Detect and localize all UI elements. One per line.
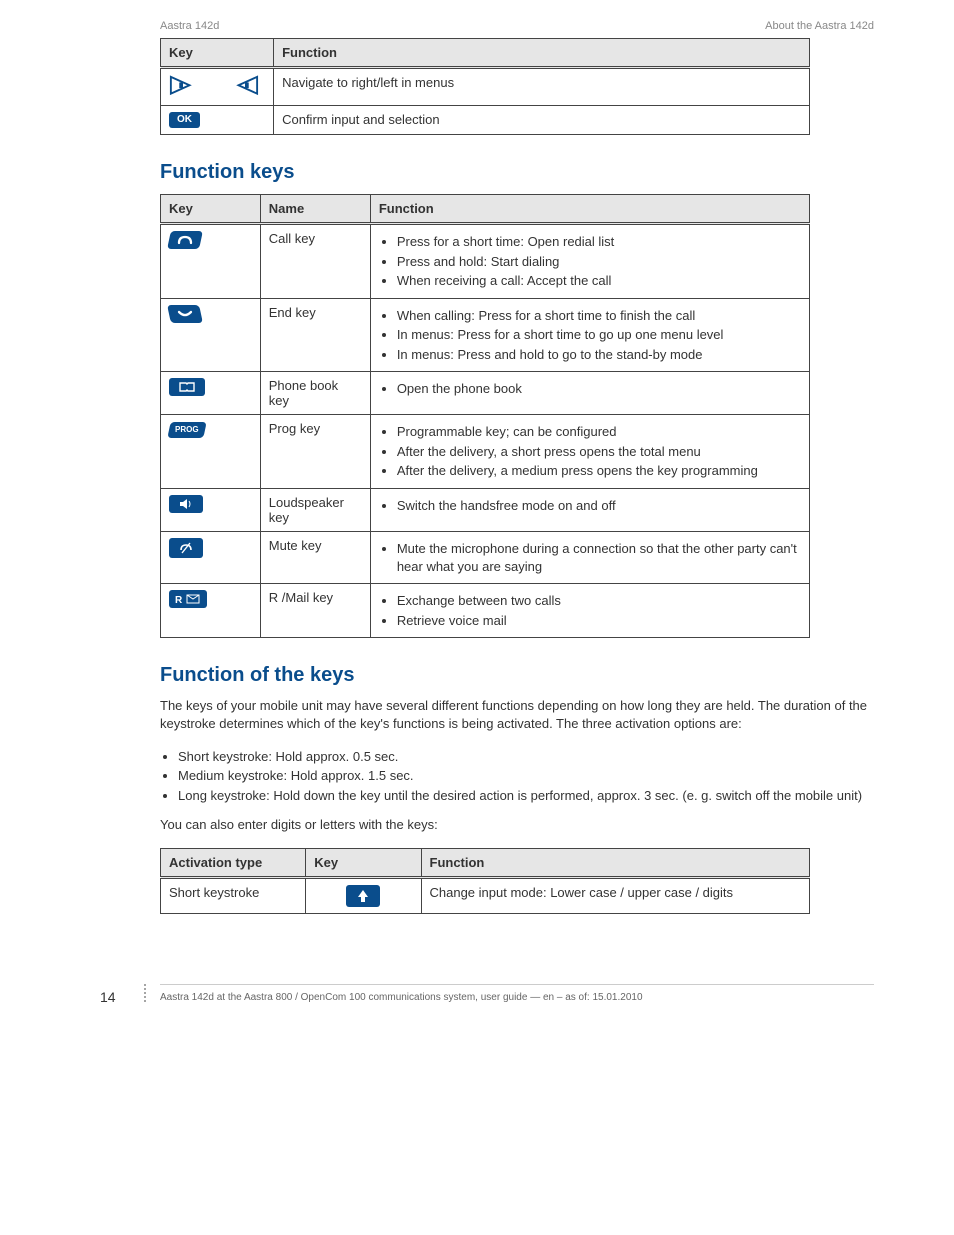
cell-function: When calling: Press for a short time to … <box>370 298 809 372</box>
prog-icon: PROG <box>167 422 206 438</box>
section-title-key-functions: Function of the keys <box>160 664 874 687</box>
list-item: Press and hold: Start dialing <box>397 253 801 271</box>
page-header: Aastra 142d About the Aastra 142d <box>160 20 874 32</box>
cell-function: Switch the handsfree mode on and off <box>370 489 809 532</box>
th-key: Key <box>306 849 421 878</box>
list-item: After the delivery, a medium press opens… <box>397 462 801 480</box>
th-name: Name <box>260 195 370 224</box>
list-item: In menus: Press and hold to go to the st… <box>397 346 801 364</box>
list-item: In menus: Press for a short time to go u… <box>397 326 801 344</box>
cell-nav-func: Navigate to right/left in menus <box>274 68 810 106</box>
th-function: Function <box>274 39 810 68</box>
cell-name: End key <box>260 298 370 372</box>
cell-name: Loudspeaker key <box>260 489 370 532</box>
th-activation: Activation type <box>161 849 306 878</box>
svg-text:R: R <box>175 595 183 604</box>
footer-text: Aastra 142d at the Aastra 800 / OpenCom … <box>160 991 643 1004</box>
loudspeaker-icon <box>169 495 203 513</box>
list-item: When calling: Press for a short time to … <box>397 307 801 325</box>
mute-icon <box>169 538 203 558</box>
cell-key: PROG <box>161 415 261 489</box>
list-item: Programmable key; can be configured <box>397 423 801 441</box>
cell-activation: Short keystroke <box>161 878 306 914</box>
th-key: Key <box>161 195 261 224</box>
list-item: Open the phone book <box>397 380 801 398</box>
cell-name: Mute key <box>260 532 370 584</box>
cell-function: Mute the microphone during a connection … <box>370 532 809 584</box>
call-icon <box>167 231 203 249</box>
list-item: Switch the handsfree mode on and off <box>397 497 801 515</box>
keystroke-note: You can also enter digits or letters wit… <box>160 816 874 834</box>
cell-ok-func: Confirm input and selection <box>274 105 810 135</box>
cell-name: Prog key <box>260 415 370 489</box>
section-title-function-keys: Function keys <box>160 161 874 184</box>
keystroke-intro: The keys of your mobile unit may have se… <box>160 697 874 733</box>
phonebook-icon <box>169 378 205 396</box>
list-item: Long keystroke: Hold down the key until … <box>178 787 874 805</box>
list-item: After the delivery, a short press opens … <box>397 443 801 461</box>
cell-name: R /Mail key <box>260 584 370 638</box>
arrow-left-icon <box>231 75 259 97</box>
keystroke-options-list: Short keystroke: Hold approx. 0.5 sec.Me… <box>160 748 874 805</box>
header-chapter: About the Aastra 142d <box>765 20 874 32</box>
nav-keys-table: Key Function Navigate to right/left in m… <box>160 38 810 135</box>
list-item: Retrieve voice mail <box>397 612 801 630</box>
cell-key <box>161 489 261 532</box>
th-key: Key <box>161 39 274 68</box>
cell-function: Exchange between two calls Retrieve voice… <box>370 584 809 638</box>
arrow-right-icon <box>169 75 197 97</box>
page-number: 14 <box>100 989 116 1005</box>
cell-function: Programmable key; can be configured After… <box>370 415 809 489</box>
r-mail-icon: R <box>169 590 207 608</box>
list-item: Mute the microphone during a connection … <box>397 540 801 575</box>
cell-nav-arrows <box>161 68 274 106</box>
footer-dots-icon <box>144 984 148 1002</box>
cell-function: Open the phone book <box>370 372 809 415</box>
keystroke-table: Activation type Key Function Short keyst… <box>160 848 810 914</box>
th-function: Function <box>421 849 810 878</box>
header-product: Aastra 142d <box>160 20 219 32</box>
end-icon <box>167 305 203 323</box>
list-item: Exchange between two calls <box>397 592 801 610</box>
cell-key <box>161 532 261 584</box>
cell-key: R <box>161 584 261 638</box>
function-keys-table: Key Name Function Call keyPress for a sh… <box>160 194 810 638</box>
list-item: Short keystroke: Hold approx. 0.5 sec. <box>178 748 874 766</box>
list-item: Medium keystroke: Hold approx. 1.5 sec. <box>178 767 874 785</box>
cell-shift-key <box>306 878 421 914</box>
cell-key <box>161 298 261 372</box>
cell-shift-func: Change input mode: Lower case / upper ca… <box>421 878 810 914</box>
cell-ok-key: OK <box>161 105 274 135</box>
cell-name: Phone book key <box>260 372 370 415</box>
shift-icon <box>346 885 380 907</box>
list-item: When receiving a call: Accept the call <box>397 272 801 290</box>
cell-key <box>161 224 261 299</box>
ok-icon: OK <box>169 112 200 128</box>
cell-function: Press for a short time: Open redial list… <box>370 224 809 299</box>
page-footer: 14 Aastra 142d at the Aastra 800 / OpenC… <box>160 984 874 1004</box>
cell-key <box>161 372 261 415</box>
th-function: Function <box>370 195 809 224</box>
list-item: Press for a short time: Open redial list <box>397 233 801 251</box>
cell-name: Call key <box>260 224 370 299</box>
